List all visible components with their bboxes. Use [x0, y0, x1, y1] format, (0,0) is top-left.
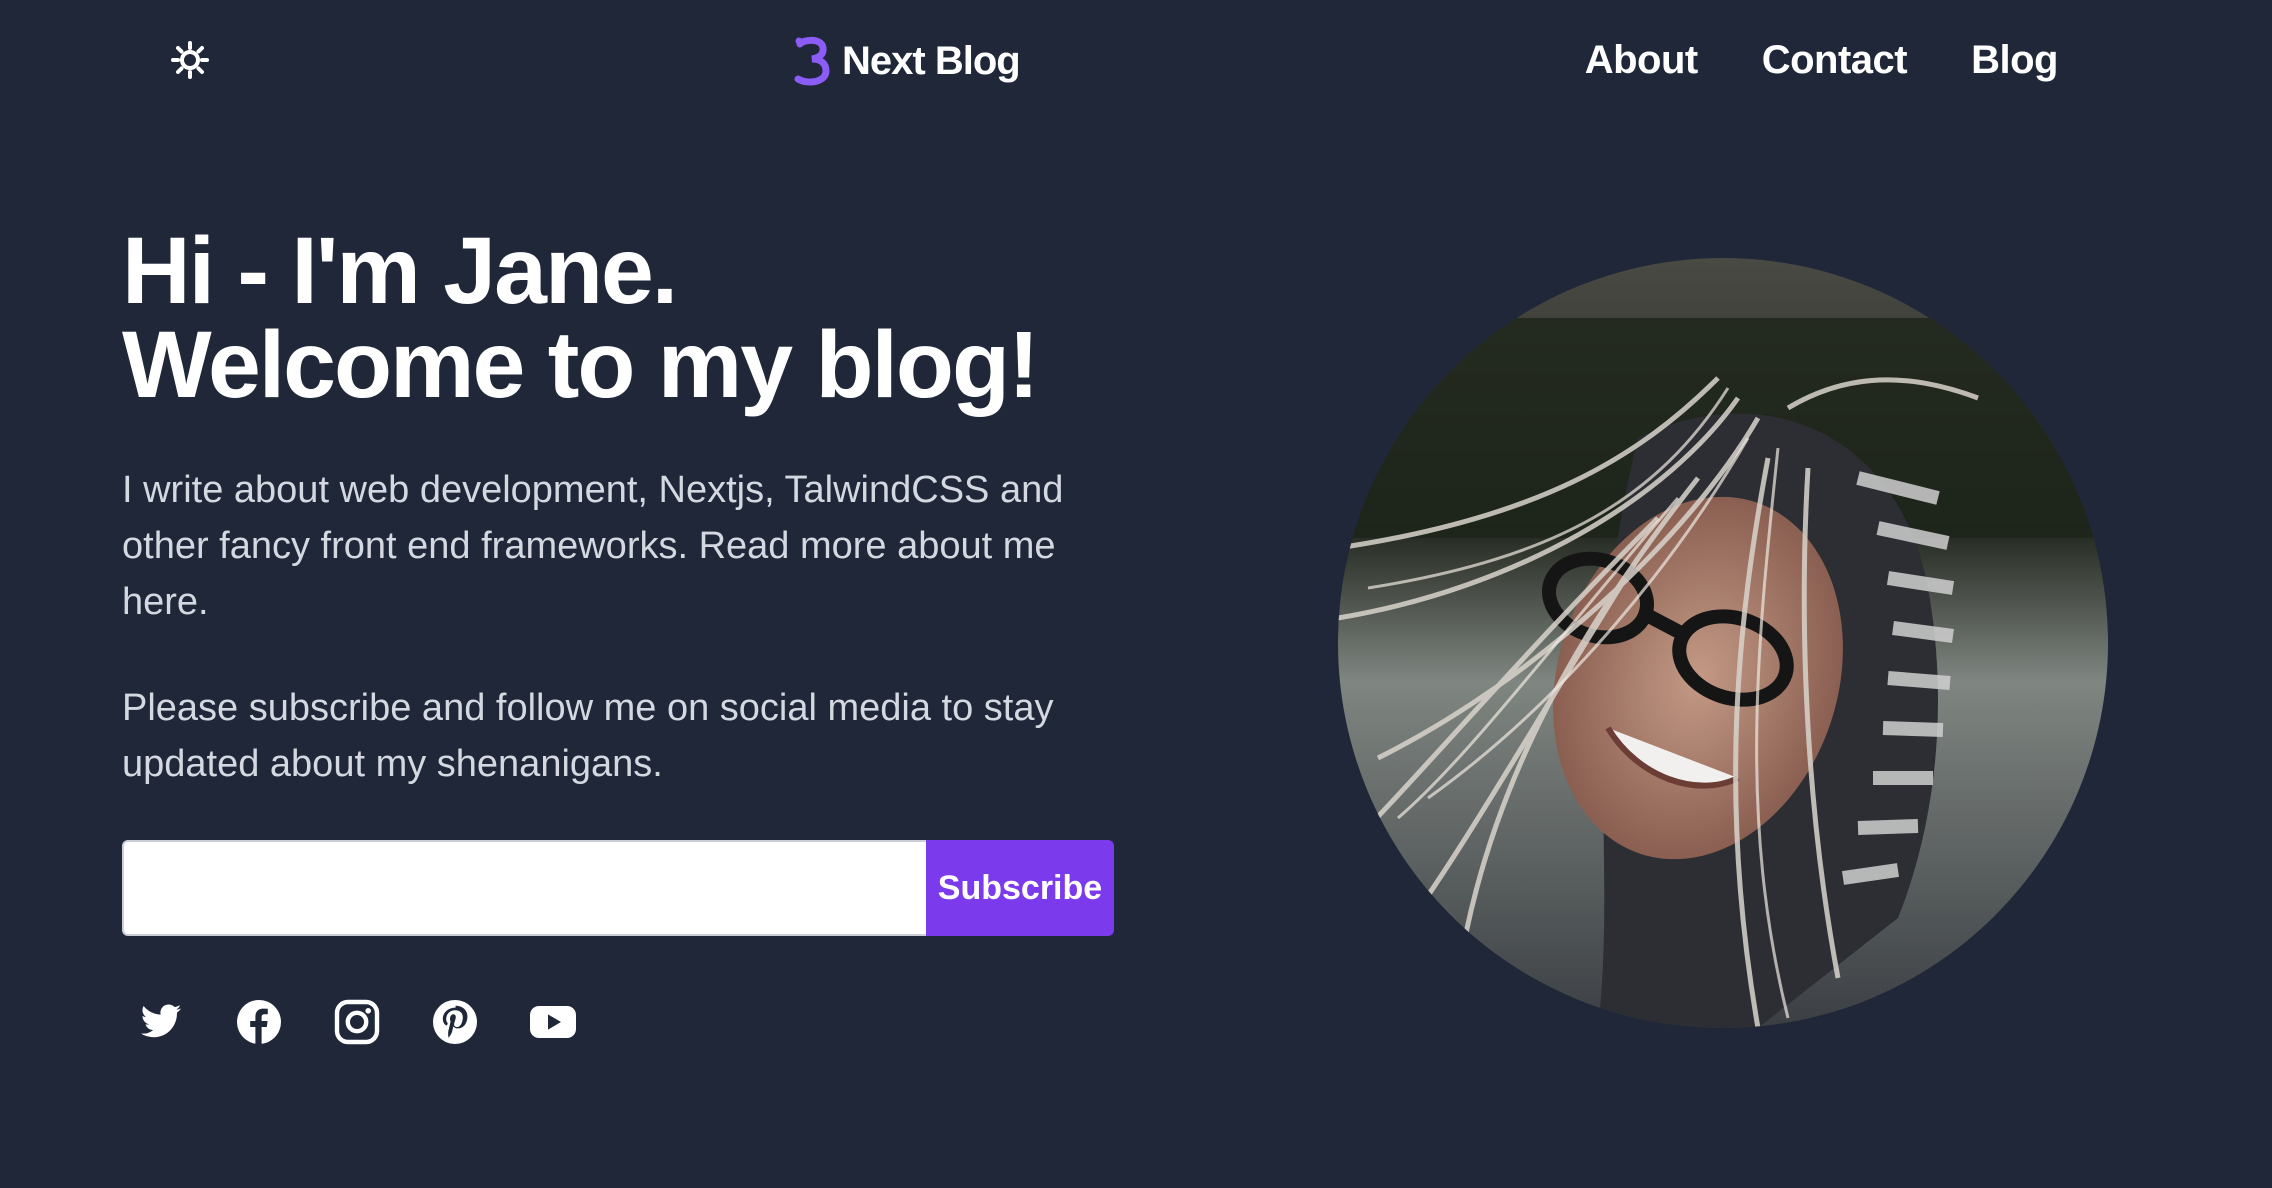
facebook-icon: [237, 1000, 281, 1044]
portrait-photo: [1338, 258, 2108, 1028]
page: Next Blog About Contact Blog Hi - I'm Ja…: [0, 0, 2272, 1188]
pinterest-link[interactable]: [430, 994, 480, 1050]
pinterest-icon: [433, 1000, 477, 1044]
sun-icon: [171, 41, 209, 79]
intro-text: I write about web development, Nextjs, T…: [122, 469, 1064, 623]
youtube-link[interactable]: [528, 994, 578, 1050]
nav-link-about[interactable]: About: [1585, 38, 1699, 83]
nav-link-blog[interactable]: Blog: [1971, 38, 2058, 83]
hero-title-line-1: Hi - I'm Jane.: [122, 218, 678, 324]
hero-title-line-2: Welcome to my blog!: [122, 312, 1040, 418]
youtube-icon: [530, 1006, 576, 1038]
follow-text: Please subscribe and follow me on social…: [122, 687, 1054, 785]
site-logo[interactable]: Next Blog: [794, 36, 1021, 86]
subscribe-button[interactable]: Subscribe: [926, 840, 1114, 936]
instagram-link[interactable]: [332, 994, 382, 1050]
portrait-image: [1338, 258, 2108, 1028]
instagram-icon: [334, 999, 380, 1045]
email-input[interactable]: [122, 840, 926, 936]
logo-mark-icon: [794, 36, 830, 86]
social-links: [136, 994, 578, 1050]
logo-text: Next Blog: [842, 38, 1021, 83]
twitter-link[interactable]: [136, 994, 186, 1050]
nav-link-contact[interactable]: Contact: [1762, 38, 1908, 83]
twitter-icon: [140, 1004, 182, 1038]
hero-title: Hi - I'm Jane. Welcome to my blog!: [122, 218, 1040, 418]
facebook-link[interactable]: [234, 994, 284, 1050]
subscribe-form: Subscribe: [122, 840, 1114, 936]
theme-toggle-button[interactable]: [168, 38, 212, 82]
main-nav: About Contact Blog: [1585, 38, 2059, 83]
